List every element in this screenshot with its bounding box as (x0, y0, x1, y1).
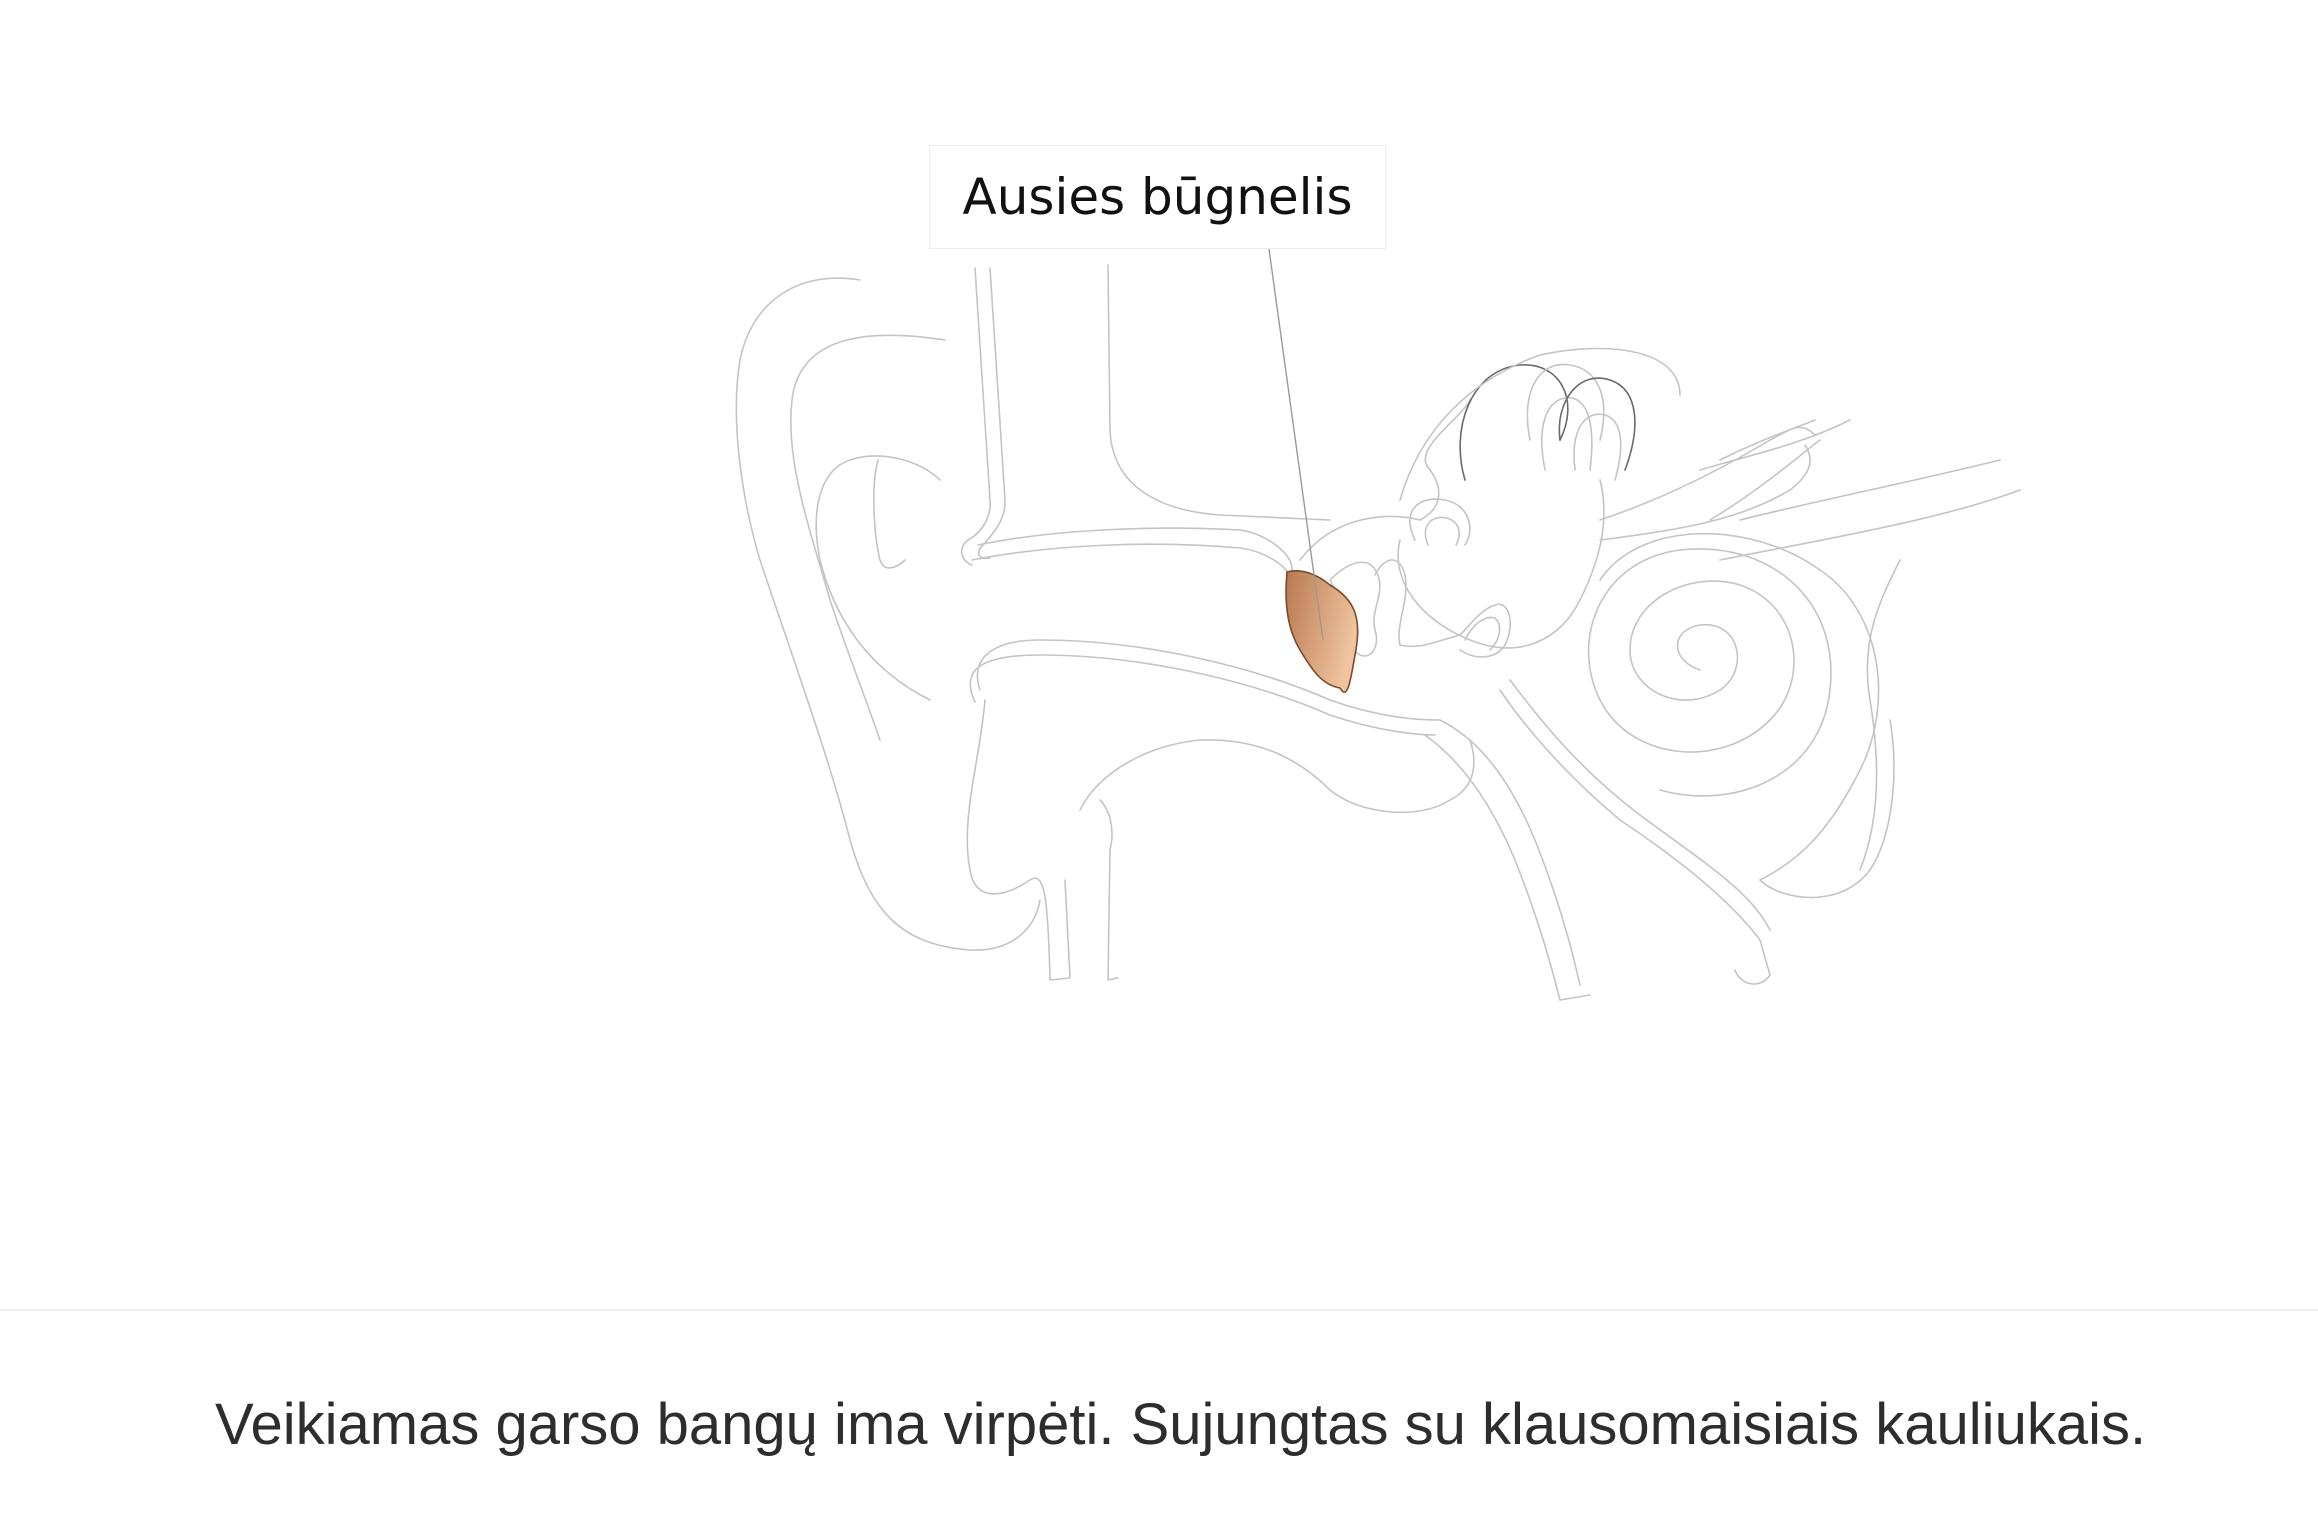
stapes-outline (1399, 603, 1511, 658)
cochlea-base-2 (1509, 679, 1771, 931)
vestibule-outline (1397, 479, 1605, 649)
nerve-down (1859, 559, 1901, 871)
pinna-inner-rim (790, 334, 946, 741)
ear-canal-lower (976, 639, 1441, 721)
auditory-nerve-branch-4 (1719, 489, 2021, 561)
semicircular-canal-ring (1558, 377, 1636, 471)
concha-outline (815, 455, 941, 701)
part-label-box: Ausies būgnelis (929, 145, 1386, 249)
auditory-nerve-branch-3 (1739, 459, 2001, 521)
eustachian-tube-lower (1424, 734, 1591, 1001)
mandible-line (1099, 799, 1119, 981)
stapes-inner (1464, 616, 1501, 651)
caption-text: Veikiamas garso bangų ima virpėti. Sujun… (215, 1392, 2147, 1457)
semicircular-canal-ring-inner (1573, 413, 1622, 481)
part-label-text: Ausies būgnelis (962, 168, 1353, 226)
eustachian-tube-upper (1439, 719, 1581, 986)
incus-outline (1374, 559, 1407, 646)
cochlea-base (1499, 689, 1771, 985)
lower-tissue-2 (1079, 739, 1475, 814)
skull-strip-right (977, 267, 1006, 560)
auditory-nerve-branch-2 (1699, 419, 1851, 471)
auditory-nerve-lower (1599, 444, 1811, 541)
pinna-outline (735, 277, 1041, 951)
posterior-canal-inner (1424, 516, 1461, 546)
skull-strip-left (960, 267, 991, 566)
auditory-nerve-upper (1599, 426, 1816, 521)
tragus-outline (873, 459, 906, 569)
semicircular-canal-upper-inner (1541, 397, 1593, 471)
posterior-canal (1409, 498, 1471, 546)
semicircular-canal-outer (1459, 364, 1569, 481)
caption-panel: Veikiamas garso bangų ima virpėti. Sujun… (0, 1309, 2318, 1524)
ear-canal-upper-2 (971, 543, 1293, 581)
cochlea-spiral (1587, 548, 1832, 797)
ear-canal-lower-2 (969, 654, 1436, 736)
ear-diagram-stage: Ausies būgnelis Veikiamas garso bangų im… (0, 0, 2318, 1524)
skull-top-line (1107, 264, 1331, 521)
lower-tissue (966, 699, 1071, 981)
middle-ear-cavity (1299, 399, 1471, 561)
temporal-bone-outline (1399, 347, 1681, 501)
